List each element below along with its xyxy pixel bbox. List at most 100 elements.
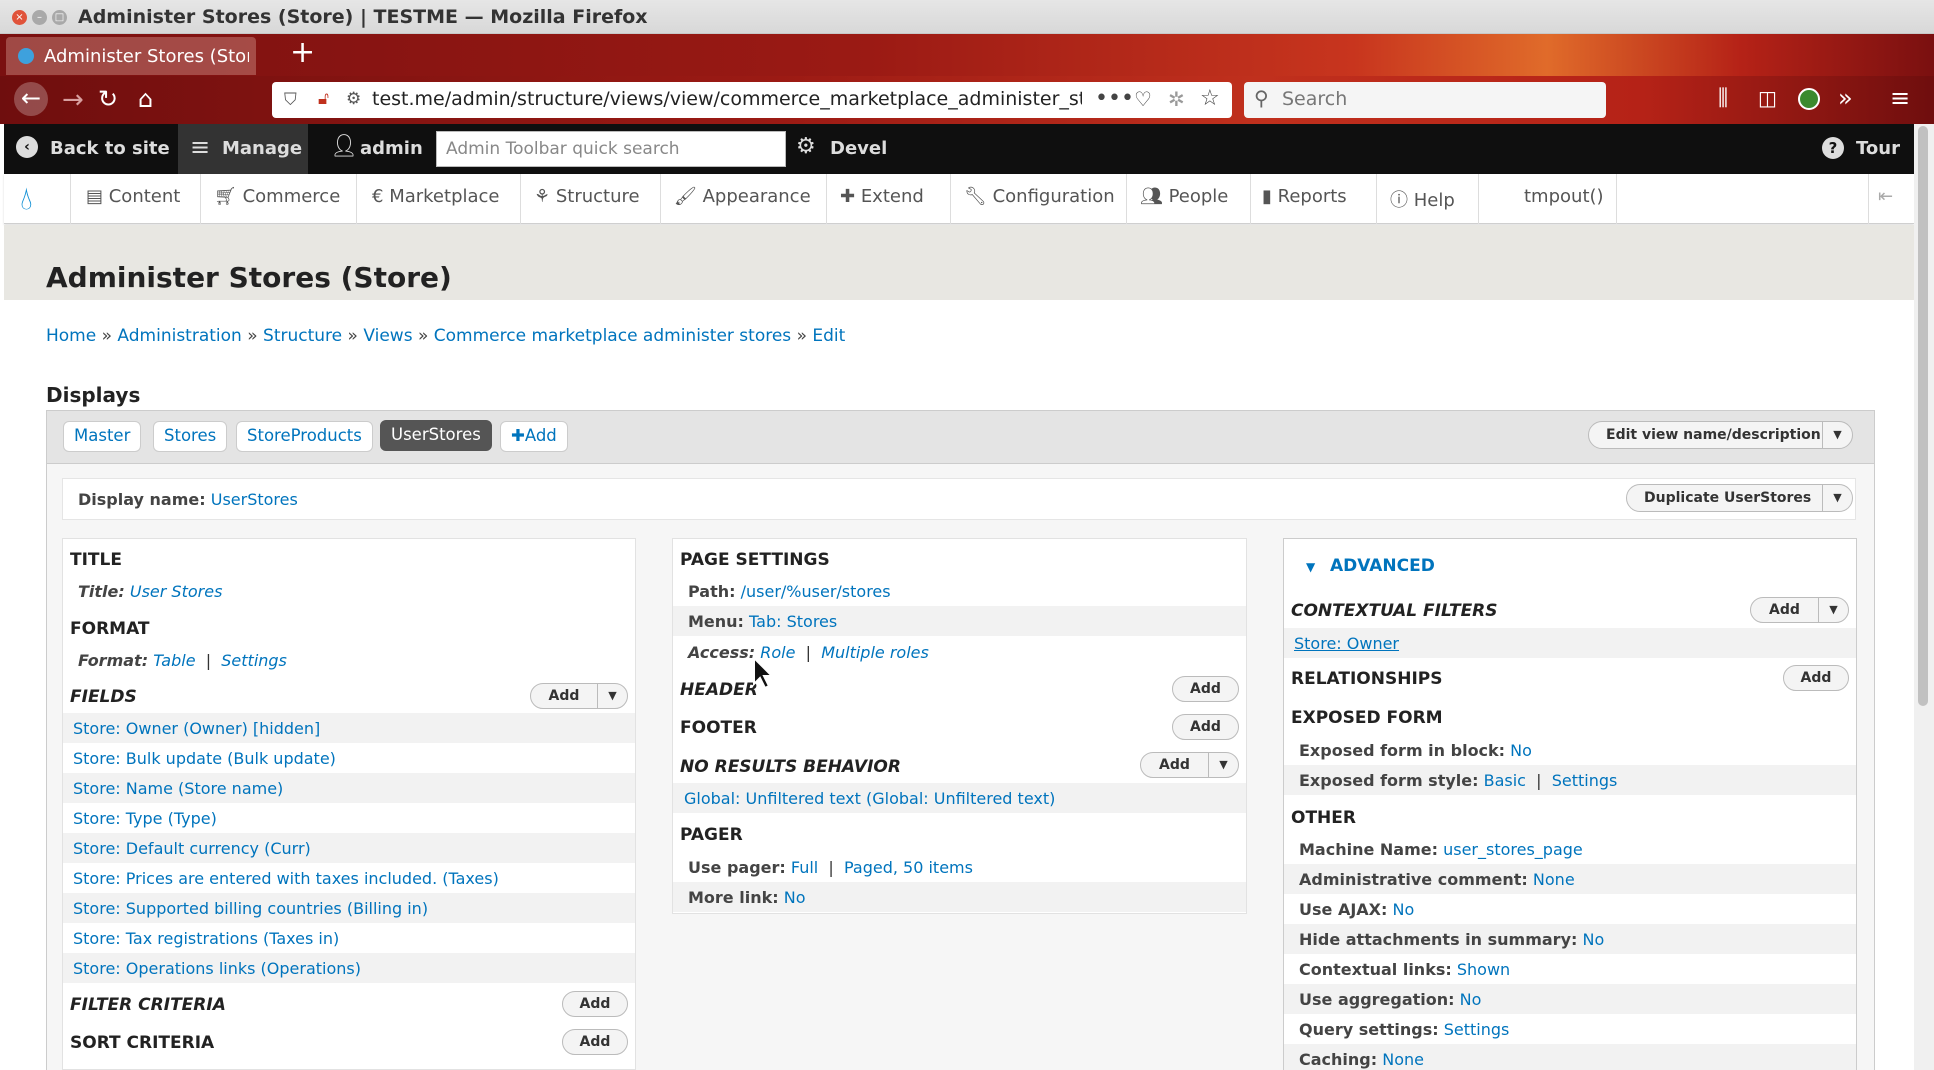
breadcrumb-view[interactable]: Commerce marketplace administer stores xyxy=(434,326,791,346)
sidebar-icon[interactable]: ◫ xyxy=(1758,86,1777,110)
dropdown-arrow-icon[interactable]: ▼ xyxy=(1822,422,1852,448)
advanced-toggle[interactable]: ADVANCED xyxy=(1330,556,1435,576)
format-settings-link[interactable]: Settings xyxy=(221,651,287,670)
dropdown-arrow-icon[interactable]: ▼ xyxy=(1208,753,1238,777)
display-tab-stores[interactable]: Stores xyxy=(153,421,228,452)
field-item[interactable]: Store: Bulk update (Bulk update) xyxy=(73,749,336,768)
display-tab-storeproducts[interactable]: StoreProducts xyxy=(236,421,373,452)
path-link[interactable]: /user/%user/stores xyxy=(741,582,891,601)
add-display-button[interactable]: ✚Add xyxy=(500,421,568,452)
dropdown-arrow-icon[interactable]: ▼ xyxy=(1822,485,1852,511)
filter-criteria-add-button[interactable]: Add xyxy=(562,991,628,1017)
extension-bug-icon[interactable]: ✲ xyxy=(1168,87,1185,111)
footer-add-button[interactable]: Add xyxy=(1172,714,1239,740)
admin-user-link[interactable]: admin xyxy=(360,138,423,159)
hamburger-menu-icon[interactable]: ≡ xyxy=(1890,84,1910,112)
field-item[interactable]: Store: Owner (Owner) [hidden] xyxy=(73,719,320,738)
menu-reports[interactable]: ▮ Reports xyxy=(1262,186,1347,207)
exposed-block-link[interactable]: No xyxy=(1510,741,1532,760)
pocket-icon[interactable]: ♡ xyxy=(1134,87,1152,111)
display-name-link[interactable]: UserStores xyxy=(211,490,298,509)
minimize-window-icon[interactable]: – xyxy=(32,10,47,25)
exposed-style-basic-link[interactable]: Basic xyxy=(1484,771,1526,790)
header-add-button[interactable]: Add xyxy=(1172,676,1239,702)
field-item[interactable]: Store: Type (Type) xyxy=(73,809,217,828)
permissions-icon[interactable]: ⚙ xyxy=(346,89,361,109)
menu-structure[interactable]: ⚘ Structure xyxy=(534,186,640,207)
field-item[interactable]: Store: Default currency (Curr) xyxy=(73,839,311,858)
other-value-link[interactable]: None xyxy=(1382,1050,1424,1069)
breadcrumb-home[interactable]: Home xyxy=(46,326,96,346)
shield-icon[interactable]: ⛉ xyxy=(284,90,297,110)
close-window-icon[interactable]: × xyxy=(12,10,27,25)
no-results-add-button[interactable]: Add xyxy=(1141,753,1208,777)
menu-appearance[interactable]: 🖌︎ Appearance xyxy=(674,186,811,207)
no-results-item[interactable]: Global: Unfiltered text (Global: Unfilte… xyxy=(684,789,1055,808)
menu-configuration[interactable]: 🔧︎ Configuration xyxy=(964,186,1115,207)
forward-arrow-icon[interactable]: → xyxy=(62,85,84,115)
exposed-style-settings-link[interactable]: Settings xyxy=(1552,771,1618,790)
breadcrumb-edit[interactable]: Edit xyxy=(812,326,845,346)
page-scrollbar-thumb[interactable] xyxy=(1918,126,1928,706)
edit-view-name-button[interactable]: Edit view name/description xyxy=(1606,427,1821,443)
collapse-menu-icon[interactable]: ⇤ xyxy=(1878,186,1893,207)
browser-tab[interactable]: Administer Stores (Store) | TESTME xyxy=(6,37,256,75)
extension-avatar-icon[interactable] xyxy=(1798,88,1820,110)
menu-commerce[interactable]: 🛒︎ Commerce xyxy=(214,186,340,207)
other-value-link[interactable]: Settings xyxy=(1444,1020,1510,1039)
devel-link[interactable]: Devel xyxy=(830,138,887,159)
contextual-filter-item[interactable]: Store: Owner xyxy=(1294,634,1399,653)
breadcrumb-administration[interactable]: Administration xyxy=(117,326,241,346)
access-multiple-roles-link[interactable]: Multiple roles xyxy=(821,643,929,662)
drupal-logo-icon[interactable]: 💧︎ xyxy=(20,180,33,216)
field-item[interactable]: Store: Supported billing countries (Bill… xyxy=(73,899,428,918)
duplicate-userstores-button[interactable]: Duplicate UserStores xyxy=(1644,490,1811,506)
other-value-link[interactable]: None xyxy=(1533,870,1575,889)
field-item[interactable]: Store: Name (Store name) xyxy=(73,779,283,798)
back-arrow-icon[interactable]: ← xyxy=(14,82,48,116)
display-tab-master[interactable]: Master xyxy=(63,421,142,452)
sort-criteria-add-button[interactable]: Add xyxy=(562,1029,628,1055)
no-results-add-dropbutton[interactable]: Add ▼ xyxy=(1140,752,1239,778)
other-value-link[interactable]: user_stores_page xyxy=(1443,840,1583,859)
page-actions-icon[interactable]: ••• xyxy=(1095,86,1134,111)
menu-tab-link[interactable]: Tab: Stores xyxy=(749,612,837,631)
bookmark-star-icon[interactable]: ☆ xyxy=(1200,86,1220,111)
fields-add-button[interactable]: Add xyxy=(531,684,597,708)
insecure-lock-icon[interactable]: 🔓︎ xyxy=(318,89,329,109)
format-table-link[interactable]: Table xyxy=(153,651,195,670)
field-item[interactable]: Store: Tax registrations (Taxes in) xyxy=(73,929,339,948)
contextual-add-dropbutton[interactable]: Add ▼ xyxy=(1750,597,1849,623)
field-item[interactable]: Store: Prices are entered with taxes inc… xyxy=(73,869,499,888)
manage-tab[interactable]: Manage xyxy=(222,138,302,159)
title-value-link[interactable]: User Stores xyxy=(130,582,223,601)
menu-marketplace[interactable]: € Marketplace xyxy=(372,186,500,207)
field-item[interactable]: Store: Operations links (Operations) xyxy=(73,959,361,978)
tour-link[interactable]: Tour xyxy=(1856,138,1900,159)
relationships-add-button[interactable]: Add xyxy=(1783,665,1849,691)
other-value-link[interactable]: No xyxy=(1392,900,1414,919)
url-text[interactable]: test.me/admin/structure/views/view/comme… xyxy=(372,88,1082,110)
edit-view-dropbutton[interactable]: Edit view name/description ▼ xyxy=(1588,421,1853,449)
display-tab-userstores[interactable]: UserStores xyxy=(380,420,492,451)
dropdown-arrow-icon[interactable]: ▼ xyxy=(1818,598,1848,622)
home-icon[interactable]: ⌂ xyxy=(138,85,153,113)
dropdown-arrow-icon[interactable]: ▼ xyxy=(597,684,627,708)
overflow-chevron-icon[interactable]: » xyxy=(1838,84,1853,112)
contextual-add-button[interactable]: Add xyxy=(1751,598,1818,622)
duplicate-dropbutton[interactable]: Duplicate UserStores ▼ xyxy=(1626,484,1853,512)
other-value-link[interactable]: No xyxy=(1582,930,1604,949)
pager-items-link[interactable]: Paged, 50 items xyxy=(844,858,973,877)
back-to-site-link[interactable]: Back to site xyxy=(50,138,170,159)
menu-tmpout[interactable]: tmpout() xyxy=(1524,186,1604,207)
breadcrumb-views[interactable]: Views xyxy=(363,326,412,346)
new-tab-plus-icon[interactable]: + xyxy=(290,38,315,68)
fields-add-dropbutton[interactable]: Add ▼ xyxy=(530,683,628,709)
maximize-window-icon[interactable]: □ xyxy=(52,10,67,25)
reload-icon[interactable]: ↻ xyxy=(98,85,118,113)
breadcrumb-structure[interactable]: Structure xyxy=(263,326,342,346)
menu-help[interactable]: ⓘ Help xyxy=(1390,186,1455,212)
menu-extend[interactable]: ✚ Extend xyxy=(840,186,924,207)
library-icon[interactable]: ⫼ xyxy=(1718,86,1728,111)
other-value-link[interactable]: Shown xyxy=(1457,960,1510,979)
